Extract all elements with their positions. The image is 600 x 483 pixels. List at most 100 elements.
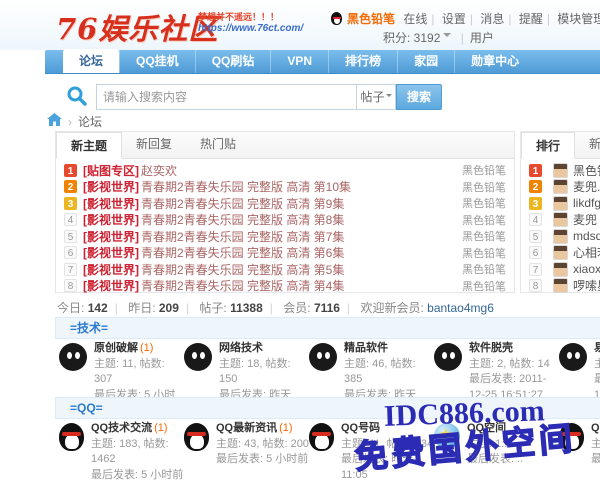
tab-new-replies[interactable]: 新回复 [122,131,186,158]
thread-row: 5[影视世界]青春期2青春失乐园 完整版 高清 第7集黑色铅笔 [64,228,506,245]
user-link-messages[interactable]: 消息 [480,12,504,26]
nav-tab-qq-diamond[interactable]: QQ刷钻 [195,49,271,73]
member-name[interactable]: 麦兜...小峰 [573,178,600,195]
thread-category[interactable]: [影视世界] [83,278,139,295]
avatar [553,212,568,227]
logo-url[interactable]: https://www.76ct.com/ [198,23,348,34]
qq-penguin-icon [309,423,334,451]
user-link-settings[interactable]: 设置 [442,12,466,26]
forum-stats: 主题: 18, 帖数: 150 [219,357,309,388]
site-logo[interactable]: 76娱乐社区 [56,6,218,48]
rank-badge: 1 [64,164,77,177]
forum-last-post: 最后发表: .. [467,452,523,468]
thread-row: 3 [影视世界]青春期2青春失乐园 完整版 高清 第9集 黑色铅笔 [64,195,506,212]
forum-card-qqkongjian[interactable]: QQ空间 主题: 1.. 最后发表: .. [434,421,559,483]
search-button[interactable]: 搜索 [396,84,442,110]
logo-tagline: 梦想并不遥远！！！ [198,12,348,23]
welcome-label: 欢迎新会员: [360,301,423,315]
forum-stats: 主题: 11, 帖数: 134 [341,437,434,453]
member-name[interactable]: 心相若则不弃 [573,244,600,261]
thread-title[interactable]: 青春期2青春失乐园 完整版 高清 第8集 [141,212,344,229]
tab-hot-posts[interactable]: 热门贴 [186,131,250,158]
usergroup-label[interactable]: 用户 [470,31,494,45]
search-bar: 帖子 搜索 [66,84,442,110]
thread-category[interactable]: [贴图专区] [83,162,139,179]
thread-author[interactable]: 黑色铅笔 [454,162,506,178]
member-name[interactable]: 黑色铅笔 [573,162,600,179]
thread-author[interactable]: 黑色铅笔 [454,179,506,195]
username-link[interactable]: 黑色铅笔 [347,12,395,26]
thread-title[interactable]: 赵奕欢 [141,162,177,179]
nav-tab-home[interactable]: 家园 [397,49,454,73]
stat-members-value: 7116 [314,301,340,315]
newest-member-link[interactable]: bantao4mg6 [427,301,494,315]
user-link-reminders[interactable]: 提醒 [519,12,543,26]
section-header-tech[interactable]: =技术= [55,317,600,339]
forum-card-qqtubiao[interactable]: QQ图标 主题: 4.. 最后发表: 22:38:0.. [559,421,600,483]
thread-category[interactable]: [影视世界] [83,212,139,229]
forum-last-post: 最后发表: 5 小时前 [216,452,309,468]
thread-title[interactable]: 青春期2青春失乐园 完整版 高清 第7集 [141,228,344,245]
search-input[interactable] [96,84,356,110]
thread-category[interactable]: [影视世界] [83,245,139,262]
user-link-online[interactable]: 在线 [403,12,427,26]
nav-tab-vpn[interactable]: VPN [270,49,328,73]
credits-dropdown[interactable]: 积分: 3192 [383,31,440,45]
rank-badge: 6 [64,246,77,259]
bomb-forum-icon [184,343,212,371]
thread-author[interactable]: 黑色铅笔 [454,195,506,211]
thread-category[interactable]: [影视世界] [83,228,139,245]
section-header-qq[interactable]: =QQ= [55,397,600,419]
forum-stats: 主题: 11, 帖数: 307 [94,357,184,388]
thread-category[interactable]: [影视世界] [83,261,139,278]
member-row: 7xiaoxing123 [529,261,600,278]
member-row: 8啰嗦星 [529,278,600,295]
thread-title[interactable]: 青春期2青春失乐园 完整版 高清 第4集 [141,278,344,295]
member-name[interactable]: likdfgs [573,196,600,210]
breadcrumb-forum[interactable]: 论坛 [78,113,102,130]
thread-category[interactable]: [影视世界] [83,179,139,196]
nav-tab-forum[interactable]: 论坛 [63,49,119,73]
tab-new-threads[interactable]: 新主题 [56,132,122,159]
thread-title[interactable]: 青春期2青春失乐园 完整版 高清 第9集 [141,195,344,212]
search-icon [66,85,88,110]
rank-badge: 4 [64,213,77,226]
rank-badge: 6 [529,246,542,259]
avatar [553,163,568,178]
search-scope-select[interactable]: 帖子 [356,84,396,110]
thread-row: 1 [贴图专区]赵奕欢 黑色铅笔 [64,162,506,179]
tab-ranking[interactable]: 排行 [521,132,575,159]
thread-row: 7[影视世界]青春期2青春失乐园 完整版 高清 第5集黑色铅笔 [64,261,506,278]
rank-badge: 2 [529,180,542,193]
thread-author[interactable]: 黑色铅笔 [454,245,506,261]
thread-title[interactable]: 青春期2青春失乐园 完整版 高清 第6集 [141,245,344,262]
thread-list: 1[贴图专区]赵奕欢黑色铅笔 2[影视世界]青春期2青春失乐园 完整版 高清 第… [56,159,514,294]
nav-tab-ranking[interactable]: 排行榜 [328,49,397,73]
stat-today-value: 142 [88,301,108,315]
thread-author[interactable]: 黑色铅笔 [454,228,506,244]
nav-tab-qq-hangup[interactable]: QQ挂机 [119,49,195,73]
bomb-forum-icon [434,343,462,371]
thread-author[interactable]: 黑色铅笔 [454,261,506,277]
latest-threads-panel: 新主题 新回复 热门贴 1[贴图专区]赵奕欢黑色铅笔 2[影视世界]青春期2青春… [55,131,515,293]
stat-posts-label: 帖子: [199,301,226,315]
forum-card-qqzuixinzixun[interactable]: QQ最新资讯(1) 主题: 43, 帖数: 200 最后发表: 5 小时前 [184,421,309,483]
thread-author[interactable]: 黑色铅笔 [454,278,506,294]
member-name[interactable]: xiaoxing123 [573,262,600,276]
qq-penguin-icon [184,423,209,451]
thread-title[interactable]: 青春期2青春失乐园 完整版 高清 第10集 [141,179,351,196]
thread-category[interactable]: [影视世界] [83,195,139,212]
rank-badge: 1 [529,164,542,177]
nav-tab-medal-center[interactable]: 勋章中心 [454,49,535,73]
member-name[interactable]: 麦兜丶_A姐 [573,211,600,228]
thread-author[interactable]: 黑色铅笔 [454,212,506,228]
member-name[interactable]: mdsq [573,229,600,243]
thread-title[interactable]: 青春期2青春失乐园 完整版 高清 第5集 [141,261,344,278]
forum-card-qqjishujiaoliu[interactable]: QQ技术交流(1) 主题: 183, 帖数: 1462 最后发表: 5 小时前 [59,421,184,483]
user-link-module-admin[interactable]: 模块管理 [557,12,600,26]
tab-new-members[interactable]: 新会员 [575,131,600,158]
forum-card-qqhaoma[interactable]: QQ号码 主题: 11, 帖数: 134 最后发表: 昨天 11:05 [309,421,434,483]
rank-badge: 3 [64,197,77,210]
home-icon[interactable] [47,113,62,130]
member-name[interactable]: 啰嗦星 [573,277,600,294]
